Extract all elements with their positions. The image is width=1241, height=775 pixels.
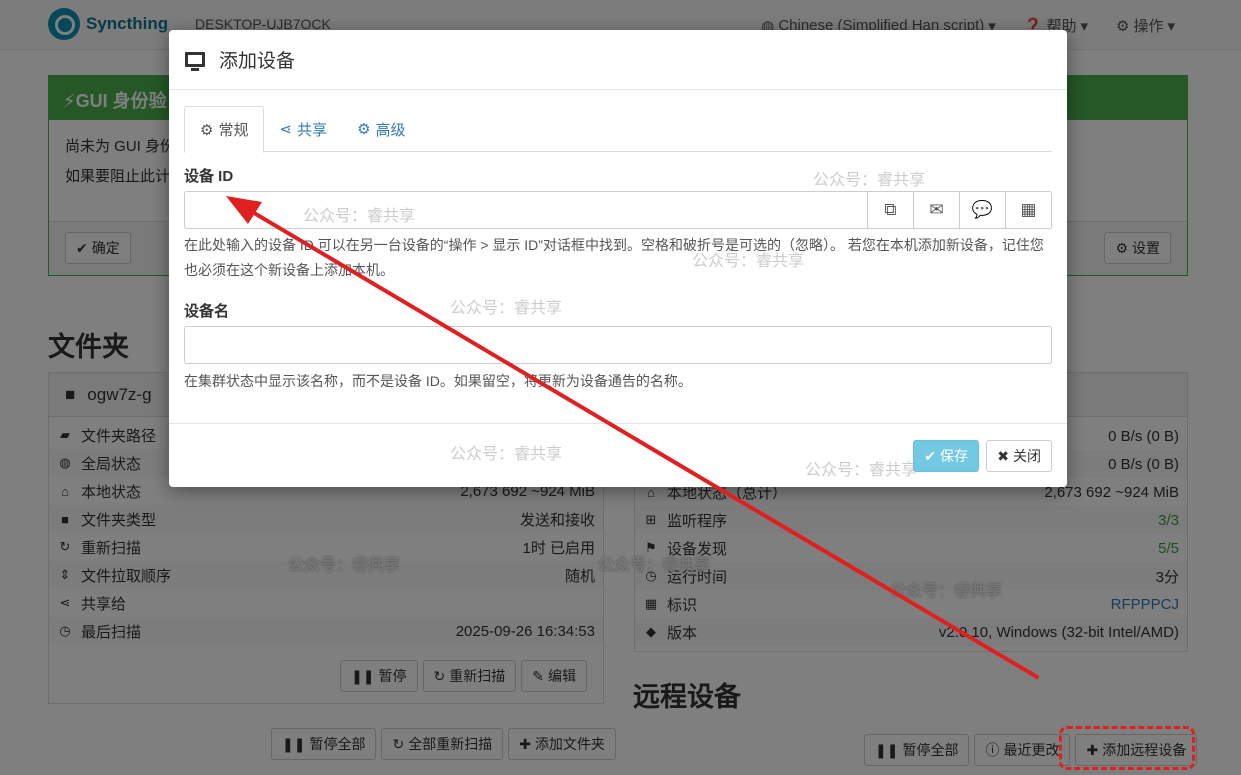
qrcode-icon[interactable]: ▦ [1006, 191, 1052, 229]
save-button[interactable]: ✔ 保存 [913, 440, 979, 472]
device-id-help: 在此处输入的设备 ID 可以在另一台设备的“操作 > 显示 ID”对话框中找到。… [184, 237, 1044, 278]
copy-icon[interactable]: ⧉ [868, 191, 914, 229]
device-name-help: 在集群状态中显示该名称，而不是设备 ID。如果留空，将更新为设备通告的名称。 [184, 373, 692, 389]
share-icon: ⋖ [279, 121, 293, 138]
comments-icon[interactable]: 💬 [960, 191, 1006, 229]
tab-sharing[interactable]: ⋖ 共享 [264, 106, 342, 152]
gear-icon: ⚙ [200, 121, 214, 139]
check-icon: ✔ [924, 447, 936, 464]
modal-tabs: ⚙ 常规 ⋖ 共享 ⚙ 高级 [184, 106, 1052, 153]
watermark: 公众号：睿共享 [813, 172, 926, 189]
watermark: 公众号：睿共享 [450, 300, 563, 317]
device-id-label: 设备 ID [184, 168, 234, 185]
device-name-label: 设备名 [184, 303, 230, 320]
annotation-highlight-box [1059, 726, 1195, 770]
close-button[interactable]: ✖ 关闭 [986, 440, 1052, 472]
envelope-icon[interactable]: ✉ [914, 191, 960, 229]
device-name-input[interactable] [184, 326, 1052, 364]
device-id-input[interactable] [184, 191, 868, 229]
device-id-input-group: ⧉ ✉ 💬 ▦ [184, 191, 1052, 229]
desktop-icon [185, 52, 205, 71]
tab-advanced[interactable]: ⚙ 高级 [342, 106, 420, 152]
modal-header: 添加设备 [169, 30, 1067, 90]
add-device-modal: 添加设备 ⚙ 常规 ⋖ 共享 ⚙ 高级 设备 ID ⧉ ✉ 💬 ▦ 在此处输入的设备 … [169, 30, 1067, 487]
gears-icon: ⚙ [357, 121, 371, 138]
modal-title: 添加设备 [219, 51, 296, 72]
modal-footer: ✔ 保存 ✖ 关闭 [169, 423, 1067, 487]
tab-general[interactable]: ⚙ 常规 [184, 106, 265, 153]
close-icon: ✖ [997, 447, 1009, 464]
